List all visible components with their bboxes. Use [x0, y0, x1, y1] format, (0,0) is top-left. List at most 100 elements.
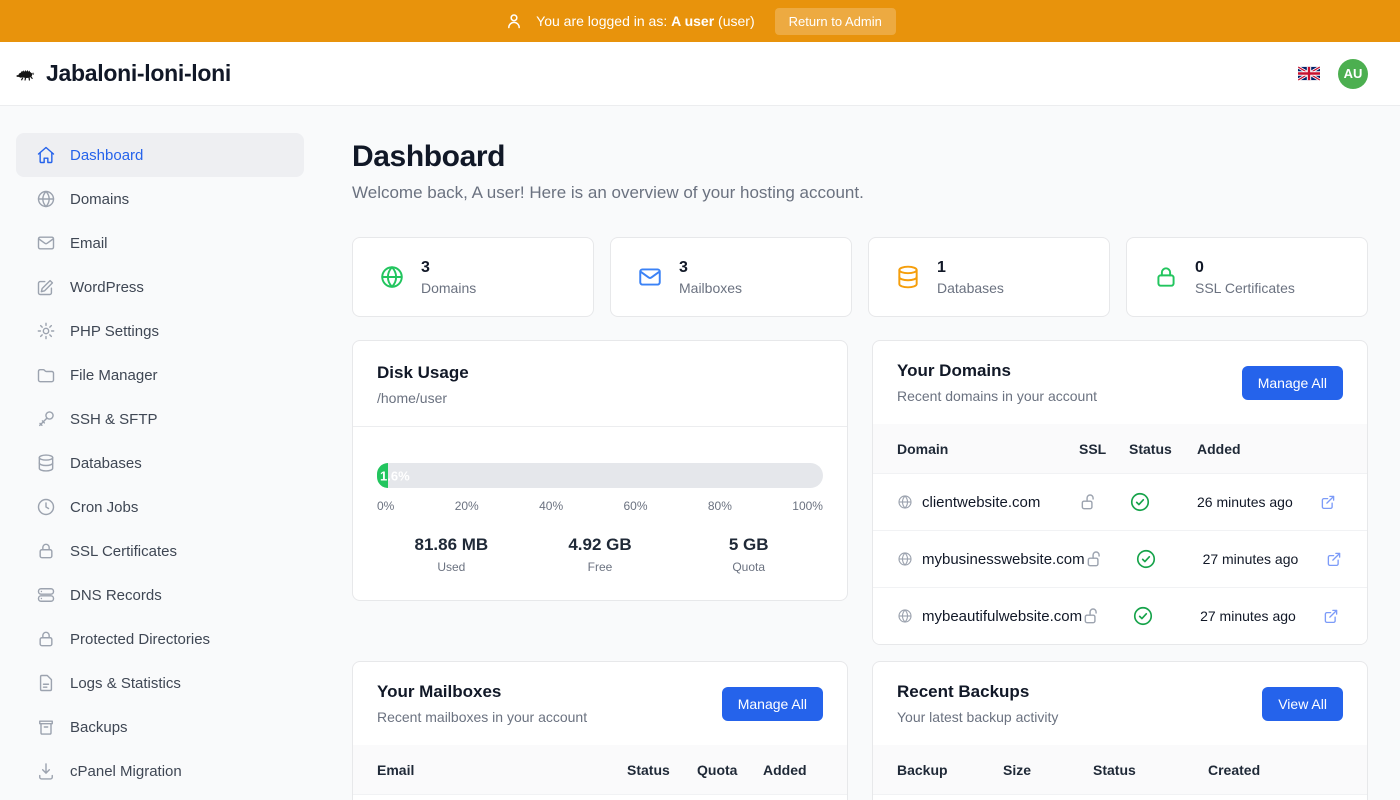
status-check-icon [1129, 491, 1197, 513]
stat-card-mailboxes[interactable]: 3 Mailboxes [610, 237, 852, 317]
stat-label: Databases [937, 280, 1004, 296]
sidebar-item-file-manager[interactable]: File Manager [16, 353, 304, 397]
sidebar-item-wordpress[interactable]: WordPress [16, 265, 304, 309]
page-subtitle: Welcome back, A user! Here is an overvie… [352, 183, 1368, 203]
stat-label: Mailboxes [679, 280, 742, 296]
domain-row: clientwebsite.com 26 minutes ago [873, 473, 1367, 530]
status-check-icon [1135, 548, 1203, 570]
folder-icon [36, 365, 56, 385]
stat-card-databases[interactable]: 1 Databases [868, 237, 1110, 317]
sidebar-item-domains[interactable]: Domains [16, 177, 304, 221]
sidebar-item-label: Logs & Statistics [70, 675, 181, 692]
database-icon [36, 453, 56, 473]
sidebar-item-databases[interactable]: Databases [16, 441, 304, 485]
external-link-icon[interactable] [1325, 550, 1349, 568]
globe-icon [897, 551, 913, 567]
sidebar-item-label: Backups [70, 719, 128, 736]
recent-backups-card: Recent Backups Your latest backup activi… [872, 661, 1368, 800]
sidebar-item-ssh-sftp[interactable]: SSH & SFTP [16, 397, 304, 441]
user-avatar[interactable]: AU [1338, 59, 1368, 89]
sidebar-item-dashboard[interactable]: Dashboard [16, 133, 304, 177]
mailboxes-subtitle: Recent mailboxes in your account [377, 709, 587, 725]
logged-in-message: You are logged in as: A user (user) [536, 13, 754, 29]
app-header: Jabaloni-loni-loni AU [0, 42, 1400, 106]
sidebar-item-label: Databases [70, 455, 142, 472]
app-title: Jabaloni-loni-loni [46, 60, 231, 87]
your-mailboxes-card: Your Mailboxes Recent mailboxes in your … [352, 661, 848, 800]
sidebar-item-label: cPanel Migration [70, 763, 182, 780]
stat-value: 3 [679, 259, 742, 277]
view-all-backups-button[interactable]: View All [1262, 687, 1343, 721]
sidebar-item-label: SSL Certificates [70, 543, 177, 560]
lock-icon [36, 541, 56, 561]
external-link-icon[interactable] [1322, 607, 1346, 625]
sidebar-item-logs-statistics[interactable]: Logs & Statistics [16, 661, 304, 705]
domain-name[interactable]: clientwebsite.com [922, 494, 1040, 511]
domains-table-header: DomainSSLStatusAdded [873, 424, 1367, 473]
disk-stat-used: 81.86 MB Used [377, 535, 526, 574]
server-icon [36, 585, 56, 605]
stat-value: 1 [937, 259, 1004, 277]
domain-name[interactable]: mybeautifulwebsite.com [922, 608, 1082, 625]
stat-value: 3 [421, 259, 476, 277]
domain-added: 26 minutes ago [1197, 494, 1319, 510]
globe-icon [379, 264, 405, 290]
domain-row: mybusinesswebsite.com 27 minutes ago [873, 530, 1367, 587]
gear-icon [36, 321, 56, 341]
document-icon [36, 673, 56, 693]
sidebar-item-cron-jobs[interactable]: Cron Jobs [16, 485, 304, 529]
backups-subtitle: Your latest backup activity [897, 709, 1058, 725]
disk-usage-card: Disk Usage /home/user 1.6% 0%20%40%60%80… [352, 340, 848, 601]
lock-icon [36, 629, 56, 649]
key-icon [36, 409, 56, 429]
globe-icon [897, 608, 913, 624]
brand[interactable]: Jabaloni-loni-loni [16, 60, 231, 87]
domains-subtitle: Recent domains in your account [897, 388, 1097, 404]
mail-icon [637, 264, 663, 290]
main-content: Dashboard Welcome back, A user! Here is … [320, 106, 1400, 800]
manage-all-domains-button[interactable]: Manage All [1242, 366, 1343, 400]
impersonated-role: (user) [718, 13, 755, 29]
stat-value: 0 [1195, 259, 1295, 277]
disk-usage-scale: 0%20%40%60%80%100% [377, 499, 823, 513]
sidebar-item-dns-records[interactable]: DNS Records [16, 573, 304, 617]
manage-all-mailboxes-button[interactable]: Manage All [722, 687, 823, 721]
disk-stat-free: 4.92 GB Free [526, 535, 675, 574]
home-icon [36, 145, 56, 165]
lock-icon [1153, 264, 1179, 290]
backups-title: Recent Backups [897, 682, 1058, 702]
impersonated-username: A user [671, 13, 714, 29]
sidebar-item-label: DNS Records [70, 587, 162, 604]
mailboxes-table-header: EmailStatusQuotaAdded [353, 745, 847, 794]
sidebar-item-email[interactable]: Email [16, 221, 304, 265]
domains-title: Your Domains [897, 361, 1097, 381]
domain-added: 27 minutes ago [1203, 551, 1325, 567]
your-domains-card: Your Domains Recent domains in your acco… [872, 340, 1368, 645]
boar-logo-icon [16, 64, 36, 84]
disk-usage-path: /home/user [377, 390, 823, 406]
sidebar-item-label: Domains [70, 191, 129, 208]
sidebar-item-php-settings[interactable]: PHP Settings [16, 309, 304, 353]
page-title: Dashboard [352, 140, 1368, 174]
sidebar-item-protected-directories[interactable]: Protected Directories [16, 617, 304, 661]
sidebar-item-label: WordPress [70, 279, 144, 296]
external-link-icon[interactable] [1319, 493, 1343, 511]
stat-card-ssl-certificates[interactable]: 0 SSL Certificates [1126, 237, 1368, 317]
sidebar-item-label: Email [70, 235, 108, 252]
domain-added: 27 minutes ago [1200, 608, 1322, 624]
sidebar-item-backups[interactable]: Backups [16, 705, 304, 749]
return-to-admin-button[interactable]: Return to Admin [775, 8, 896, 35]
domain-name[interactable]: mybusinesswebsite.com [922, 551, 1085, 568]
sidebar-item-label: File Manager [70, 367, 158, 384]
stat-label: Domains [421, 280, 476, 296]
stat-card-domains[interactable]: 3 Domains [352, 237, 594, 317]
globe-icon [897, 494, 913, 510]
status-check-icon [1132, 605, 1200, 627]
sidebar-item-ssl-certificates[interactable]: SSL Certificates [16, 529, 304, 573]
sidebar-item-label: Dashboard [70, 147, 143, 164]
disk-usage-title: Disk Usage [377, 363, 823, 383]
uk-flag-icon[interactable] [1298, 66, 1320, 81]
person-icon [504, 11, 524, 31]
unlock-icon [1085, 549, 1135, 569]
sidebar-item-cpanel-migration[interactable]: cPanel Migration [16, 749, 304, 793]
